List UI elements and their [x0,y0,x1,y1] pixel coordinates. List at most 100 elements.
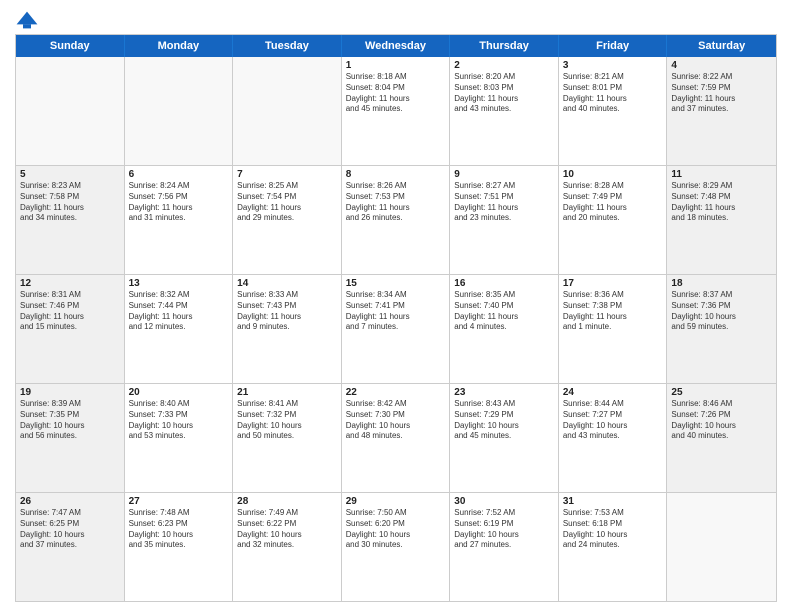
calendar-week-3: 12Sunrise: 8:31 AM Sunset: 7:46 PM Dayli… [16,274,776,383]
empty-cell [233,57,342,165]
day-info: Sunrise: 8:36 AM Sunset: 7:38 PM Dayligh… [563,290,663,333]
day-cell-28: 28Sunrise: 7:49 AM Sunset: 6:22 PM Dayli… [233,493,342,601]
day-info: Sunrise: 8:40 AM Sunset: 7:33 PM Dayligh… [129,399,229,442]
day-number: 17 [563,278,663,289]
day-cell-2: 2Sunrise: 8:20 AM Sunset: 8:03 PM Daylig… [450,57,559,165]
day-cell-17: 17Sunrise: 8:36 AM Sunset: 7:38 PM Dayli… [559,275,668,383]
day-number: 19 [20,387,120,398]
day-number: 6 [129,169,229,180]
day-cell-31: 31Sunrise: 7:53 AM Sunset: 6:18 PM Dayli… [559,493,668,601]
day-number: 24 [563,387,663,398]
day-cell-29: 29Sunrise: 7:50 AM Sunset: 6:20 PM Dayli… [342,493,451,601]
day-cell-13: 13Sunrise: 8:32 AM Sunset: 7:44 PM Dayli… [125,275,234,383]
day-cell-15: 15Sunrise: 8:34 AM Sunset: 7:41 PM Dayli… [342,275,451,383]
day-info: Sunrise: 8:34 AM Sunset: 7:41 PM Dayligh… [346,290,446,333]
day-cell-8: 8Sunrise: 8:26 AM Sunset: 7:53 PM Daylig… [342,166,451,274]
day-cell-27: 27Sunrise: 7:48 AM Sunset: 6:23 PM Dayli… [125,493,234,601]
calendar-week-4: 19Sunrise: 8:39 AM Sunset: 7:35 PM Dayli… [16,383,776,492]
empty-cell [16,57,125,165]
day-cell-3: 3Sunrise: 8:21 AM Sunset: 8:01 PM Daylig… [559,57,668,165]
day-header-tuesday: Tuesday [233,35,342,57]
day-number: 4 [671,60,772,71]
day-info: Sunrise: 8:43 AM Sunset: 7:29 PM Dayligh… [454,399,554,442]
day-number: 26 [20,496,120,507]
day-info: Sunrise: 8:37 AM Sunset: 7:36 PM Dayligh… [671,290,772,333]
day-info: Sunrise: 8:44 AM Sunset: 7:27 PM Dayligh… [563,399,663,442]
day-cell-5: 5Sunrise: 8:23 AM Sunset: 7:58 PM Daylig… [16,166,125,274]
day-info: Sunrise: 8:46 AM Sunset: 7:26 PM Dayligh… [671,399,772,442]
day-number: 3 [563,60,663,71]
day-cell-4: 4Sunrise: 8:22 AM Sunset: 7:59 PM Daylig… [667,57,776,165]
day-info: Sunrise: 8:35 AM Sunset: 7:40 PM Dayligh… [454,290,554,333]
day-cell-14: 14Sunrise: 8:33 AM Sunset: 7:43 PM Dayli… [233,275,342,383]
day-number: 30 [454,496,554,507]
day-cell-23: 23Sunrise: 8:43 AM Sunset: 7:29 PM Dayli… [450,384,559,492]
page: SundayMondayTuesdayWednesdayThursdayFrid… [0,0,792,612]
day-info: Sunrise: 7:50 AM Sunset: 6:20 PM Dayligh… [346,508,446,551]
day-info: Sunrise: 8:42 AM Sunset: 7:30 PM Dayligh… [346,399,446,442]
day-info: Sunrise: 8:22 AM Sunset: 7:59 PM Dayligh… [671,72,772,115]
day-cell-9: 9Sunrise: 8:27 AM Sunset: 7:51 PM Daylig… [450,166,559,274]
calendar-week-1: 1Sunrise: 8:18 AM Sunset: 8:04 PM Daylig… [16,57,776,165]
day-info: Sunrise: 7:49 AM Sunset: 6:22 PM Dayligh… [237,508,337,551]
logo-icon [15,10,39,30]
day-info: Sunrise: 8:25 AM Sunset: 7:54 PM Dayligh… [237,181,337,224]
day-cell-19: 19Sunrise: 8:39 AM Sunset: 7:35 PM Dayli… [16,384,125,492]
day-cell-21: 21Sunrise: 8:41 AM Sunset: 7:32 PM Dayli… [233,384,342,492]
day-cell-22: 22Sunrise: 8:42 AM Sunset: 7:30 PM Dayli… [342,384,451,492]
day-number: 2 [454,60,554,71]
day-number: 9 [454,169,554,180]
day-number: 1 [346,60,446,71]
day-number: 12 [20,278,120,289]
day-info: Sunrise: 8:23 AM Sunset: 7:58 PM Dayligh… [20,181,120,224]
calendar-week-5: 26Sunrise: 7:47 AM Sunset: 6:25 PM Dayli… [16,492,776,601]
day-info: Sunrise: 8:32 AM Sunset: 7:44 PM Dayligh… [129,290,229,333]
header [15,10,777,30]
day-number: 31 [563,496,663,507]
day-number: 18 [671,278,772,289]
day-number: 29 [346,496,446,507]
calendar: SundayMondayTuesdayWednesdayThursdayFrid… [15,34,777,602]
day-number: 27 [129,496,229,507]
day-number: 20 [129,387,229,398]
day-cell-18: 18Sunrise: 8:37 AM Sunset: 7:36 PM Dayli… [667,275,776,383]
day-header-wednesday: Wednesday [342,35,451,57]
day-number: 14 [237,278,337,289]
day-cell-20: 20Sunrise: 8:40 AM Sunset: 7:33 PM Dayli… [125,384,234,492]
day-info: Sunrise: 8:20 AM Sunset: 8:03 PM Dayligh… [454,72,554,115]
day-info: Sunrise: 8:28 AM Sunset: 7:49 PM Dayligh… [563,181,663,224]
day-info: Sunrise: 8:26 AM Sunset: 7:53 PM Dayligh… [346,181,446,224]
day-cell-12: 12Sunrise: 8:31 AM Sunset: 7:46 PM Dayli… [16,275,125,383]
day-cell-30: 30Sunrise: 7:52 AM Sunset: 6:19 PM Dayli… [450,493,559,601]
day-header-thursday: Thursday [450,35,559,57]
day-header-saturday: Saturday [667,35,776,57]
day-cell-16: 16Sunrise: 8:35 AM Sunset: 7:40 PM Dayli… [450,275,559,383]
empty-cell [125,57,234,165]
day-info: Sunrise: 8:41 AM Sunset: 7:32 PM Dayligh… [237,399,337,442]
day-number: 8 [346,169,446,180]
day-number: 5 [20,169,120,180]
day-cell-25: 25Sunrise: 8:46 AM Sunset: 7:26 PM Dayli… [667,384,776,492]
day-info: Sunrise: 8:24 AM Sunset: 7:56 PM Dayligh… [129,181,229,224]
day-cell-7: 7Sunrise: 8:25 AM Sunset: 7:54 PM Daylig… [233,166,342,274]
day-cell-6: 6Sunrise: 8:24 AM Sunset: 7:56 PM Daylig… [125,166,234,274]
calendar-header: SundayMondayTuesdayWednesdayThursdayFrid… [16,35,776,57]
day-number: 28 [237,496,337,507]
logo [15,10,43,30]
day-info: Sunrise: 8:31 AM Sunset: 7:46 PM Dayligh… [20,290,120,333]
day-number: 22 [346,387,446,398]
day-cell-11: 11Sunrise: 8:29 AM Sunset: 7:48 PM Dayli… [667,166,776,274]
day-info: Sunrise: 7:52 AM Sunset: 6:19 PM Dayligh… [454,508,554,551]
day-header-sunday: Sunday [16,35,125,57]
day-number: 23 [454,387,554,398]
calendar-week-2: 5Sunrise: 8:23 AM Sunset: 7:58 PM Daylig… [16,165,776,274]
day-header-friday: Friday [559,35,668,57]
day-cell-26: 26Sunrise: 7:47 AM Sunset: 6:25 PM Dayli… [16,493,125,601]
day-info: Sunrise: 7:47 AM Sunset: 6:25 PM Dayligh… [20,508,120,551]
day-info: Sunrise: 8:21 AM Sunset: 8:01 PM Dayligh… [563,72,663,115]
day-number: 16 [454,278,554,289]
day-cell-1: 1Sunrise: 8:18 AM Sunset: 8:04 PM Daylig… [342,57,451,165]
day-info: Sunrise: 8:33 AM Sunset: 7:43 PM Dayligh… [237,290,337,333]
day-number: 7 [237,169,337,180]
day-info: Sunrise: 8:18 AM Sunset: 8:04 PM Dayligh… [346,72,446,115]
